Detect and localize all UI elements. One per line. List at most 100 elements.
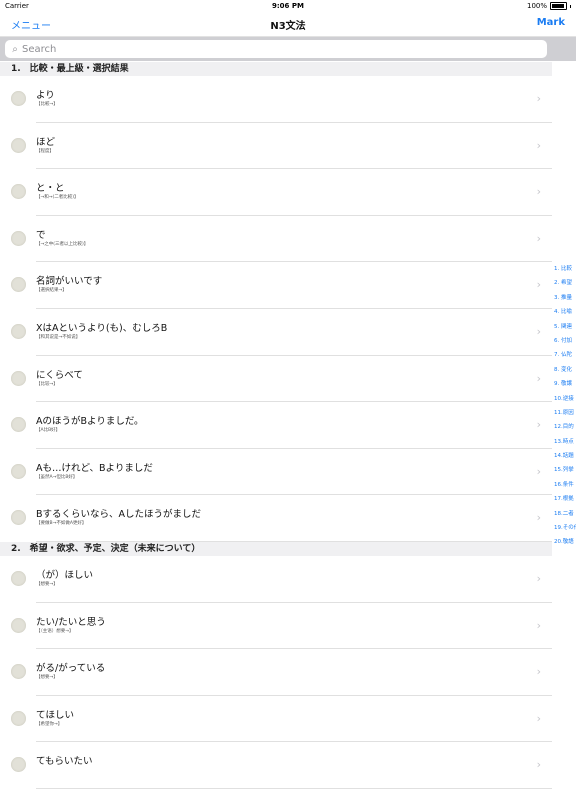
item-subtitle: 【要做B→不如做A更好】 [36, 521, 87, 527]
mark-circle-icon[interactable] [11, 137, 26, 153]
index-item[interactable]: 13.時点 [552, 435, 576, 449]
item-subtitle: 【虽然A→但比B好】 [36, 474, 78, 480]
mark-circle-icon[interactable] [11, 617, 26, 633]
list-item[interactable]: より 【比較→】 › [0, 76, 552, 123]
status-time: 9:06 PM [272, 2, 304, 10]
list-item[interactable]: ほど 【程度】 › [0, 123, 552, 170]
index-item[interactable]: 11.原因 [552, 406, 576, 420]
chevron-right-icon: › [536, 464, 541, 478]
index-item[interactable]: 14.話題 [552, 449, 576, 463]
grammar-list: 1. 比較・最上級・選択結果 より 【比較→】 › ほど 【程度】 › と・と 【→和→(二者比… [0, 62, 552, 789]
index-item[interactable]: 16.条件 [552, 478, 576, 492]
mark-circle-icon[interactable] [11, 510, 26, 526]
item-subtitle: 【→之中(三者以上比較)】 [36, 241, 89, 247]
item-subtitle: 【（主语）想要→】 [36, 628, 74, 634]
item-title: たい/たいと思う [36, 616, 106, 628]
index-item[interactable]: 7. 仏陀 [552, 348, 576, 362]
list-item[interactable]: がる/がっている 【想要→】 › [0, 649, 552, 696]
section-index[interactable]: 1. 比較 2. 希望 3. 推量 4. 比喩 5. 関連 6. 付加 7. 仏陀 8. 変化… [552, 262, 576, 550]
list-item[interactable]: AのほうがBよりましだ。 【A比B好】 › [0, 402, 552, 449]
chevron-right-icon: › [536, 571, 541, 585]
index-item[interactable]: 12.目的 [552, 420, 576, 434]
item-title: （が）ほしい [36, 569, 94, 581]
item-subtitle: 【希望你→】 [36, 721, 63, 727]
mark-circle-icon[interactable] [11, 277, 26, 293]
search-input[interactable]: ⌕ Search [5, 40, 547, 58]
item-subtitle: 【→和→(二者比較)】 [36, 195, 79, 201]
mark-circle-icon[interactable] [11, 184, 26, 200]
index-item[interactable]: 1. 比較 [552, 262, 576, 276]
search-bar: ⌕ Search [0, 37, 576, 61]
chevron-right-icon: › [536, 618, 541, 632]
index-item[interactable]: 10.逆接 [552, 392, 576, 406]
index-item[interactable]: 4. 比喩 [552, 305, 576, 319]
list-item[interactable]: XはAというより(も)、むしろB 【和其说是→不如说】 › [0, 309, 552, 356]
list-item[interactable]: と・と 【→和→(二者比較)】 › [0, 169, 552, 216]
list-item[interactable]: Bするくらいなら、Aしたほうがましだ 【要做B→不如做A更好】 › [0, 495, 552, 542]
item-subtitle: 【比较→】 [36, 381, 58, 387]
chevron-right-icon: › [536, 185, 541, 199]
chevron-right-icon: › [536, 418, 541, 432]
list-item[interactable]: にくらべて 【比较→】 › [0, 356, 552, 403]
mark-circle-icon[interactable] [11, 710, 26, 726]
item-title: Bするくらいなら、Aしたほうがましだ [36, 509, 202, 521]
item-title: 名詞がいいです [36, 276, 103, 288]
index-item[interactable]: 19.その他 [552, 521, 576, 535]
item-title: AのほうがBよりましだ。 [36, 416, 144, 428]
section-header: 1. 比較・最上級・選択結果 [0, 62, 552, 76]
chevron-right-icon: › [536, 231, 541, 245]
item-title: で [36, 229, 46, 241]
mark-circle-icon[interactable] [11, 570, 26, 586]
index-item[interactable]: 8. 変化 [552, 363, 576, 377]
index-item[interactable]: 18.二者 [552, 507, 576, 521]
navigation-bar: メニュー N3文法 Mark [0, 12, 576, 37]
row-divider [36, 540, 552, 542]
item-title: ほど [36, 136, 56, 148]
index-item[interactable]: 17.根拠 [552, 492, 576, 506]
battery-indicator: 100% [527, 2, 571, 10]
index-item[interactable]: 15.列挙 [552, 463, 576, 477]
index-item[interactable]: 2. 希望 [552, 276, 576, 290]
list-item[interactable]: たい/たいと思う 【（主语）想要→】 › [0, 603, 552, 650]
chevron-right-icon: › [536, 758, 541, 772]
list-item[interactable]: Aも…けれど、Bよりましだ 【虽然A→但比B好】 › [0, 449, 552, 496]
item-title: より [36, 90, 55, 101]
mark-circle-icon[interactable] [11, 370, 26, 386]
mark-button[interactable]: Mark [537, 17, 565, 28]
item-subtitle: 【想要→】 [36, 581, 58, 587]
chevron-right-icon: › [536, 138, 541, 152]
mark-circle-icon[interactable] [11, 463, 26, 479]
item-subtitle: 【A比B好】 [36, 428, 61, 434]
list-item[interactable]: で【→之中(三者以上比較)】 › [0, 216, 552, 263]
chevron-right-icon: › [536, 711, 541, 725]
page-title: N3文法 [270, 21, 306, 32]
chevron-right-icon: › [536, 278, 541, 292]
mark-circle-icon[interactable] [11, 664, 26, 680]
list-item[interactable]: （が）ほしい 【想要→】 › [0, 556, 552, 603]
index-item[interactable]: 6. 付加 [552, 334, 576, 348]
mark-circle-icon[interactable] [11, 91, 26, 106]
item-title: てもらいたい [36, 756, 93, 768]
list-item[interactable]: てもらいたい › [0, 742, 552, 789]
mark-circle-icon[interactable] [11, 757, 26, 773]
mark-circle-icon[interactable] [11, 323, 26, 339]
index-item[interactable]: 3. 推量 [552, 291, 576, 305]
mark-circle-icon[interactable] [11, 417, 26, 433]
item-subtitle: 【選択結果→】 [36, 288, 67, 294]
status-bar: Carrier 9:06 PM 100% [0, 0, 576, 12]
chevron-right-icon: › [536, 92, 541, 105]
list-item[interactable]: 名詞がいいです 【選択結果→】 › [0, 262, 552, 309]
item-title: XはAというより(も)、むしろB [36, 322, 168, 334]
item-title: にくらべて [36, 369, 83, 381]
index-item[interactable]: 5. 関連 [552, 320, 576, 334]
chevron-right-icon: › [536, 371, 541, 385]
battery-percent: 100% [526, 2, 547, 10]
index-item[interactable]: 9. 敬譲 [552, 377, 576, 391]
index-item[interactable]: 20.敬語 [552, 535, 576, 549]
battery-icon [550, 2, 567, 10]
list-item[interactable]: てほしい 【希望你→】 › [0, 696, 552, 743]
chevron-right-icon: › [536, 665, 541, 679]
item-title: Aも…けれど、Bよりましだ [36, 462, 153, 474]
item-subtitle: 【比較→】 [36, 102, 58, 107]
mark-circle-icon[interactable] [11, 230, 26, 246]
